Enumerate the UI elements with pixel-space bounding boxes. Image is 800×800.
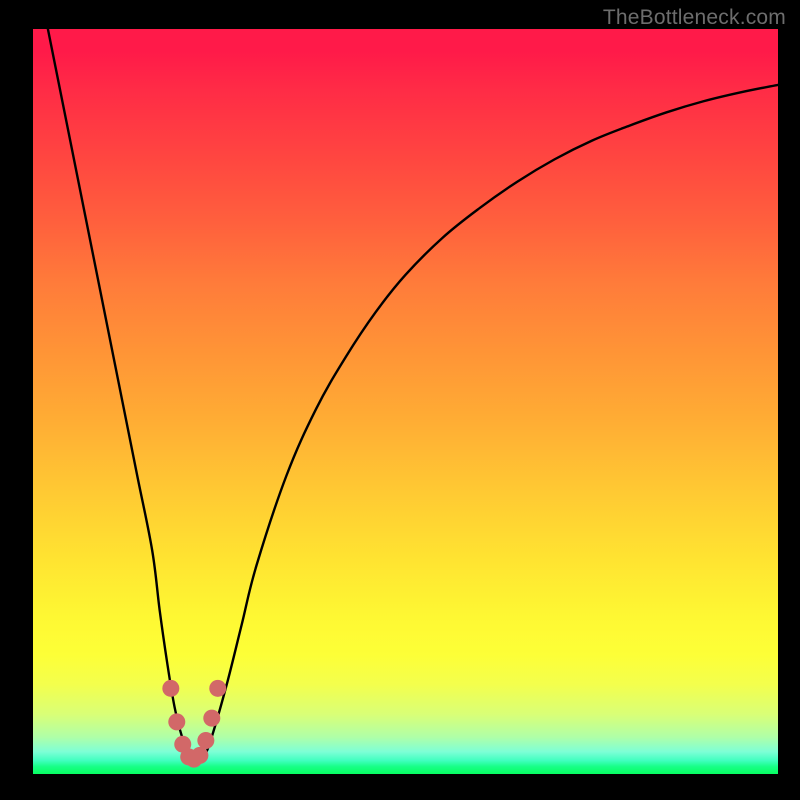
trough-marker-dot [168, 713, 185, 730]
bottleneck-curve-path [33, 29, 778, 759]
trough-marker-dot [203, 710, 220, 727]
trough-markers [162, 680, 226, 768]
watermark-text: TheBottleneck.com [603, 6, 786, 30]
bottleneck-curve-svg [33, 29, 778, 774]
chart-frame [33, 29, 778, 774]
trough-marker-dot [191, 747, 208, 764]
trough-marker-dot [162, 680, 179, 697]
trough-marker-dot [209, 680, 226, 697]
trough-marker-dot [197, 732, 214, 749]
curve-group [33, 29, 778, 759]
